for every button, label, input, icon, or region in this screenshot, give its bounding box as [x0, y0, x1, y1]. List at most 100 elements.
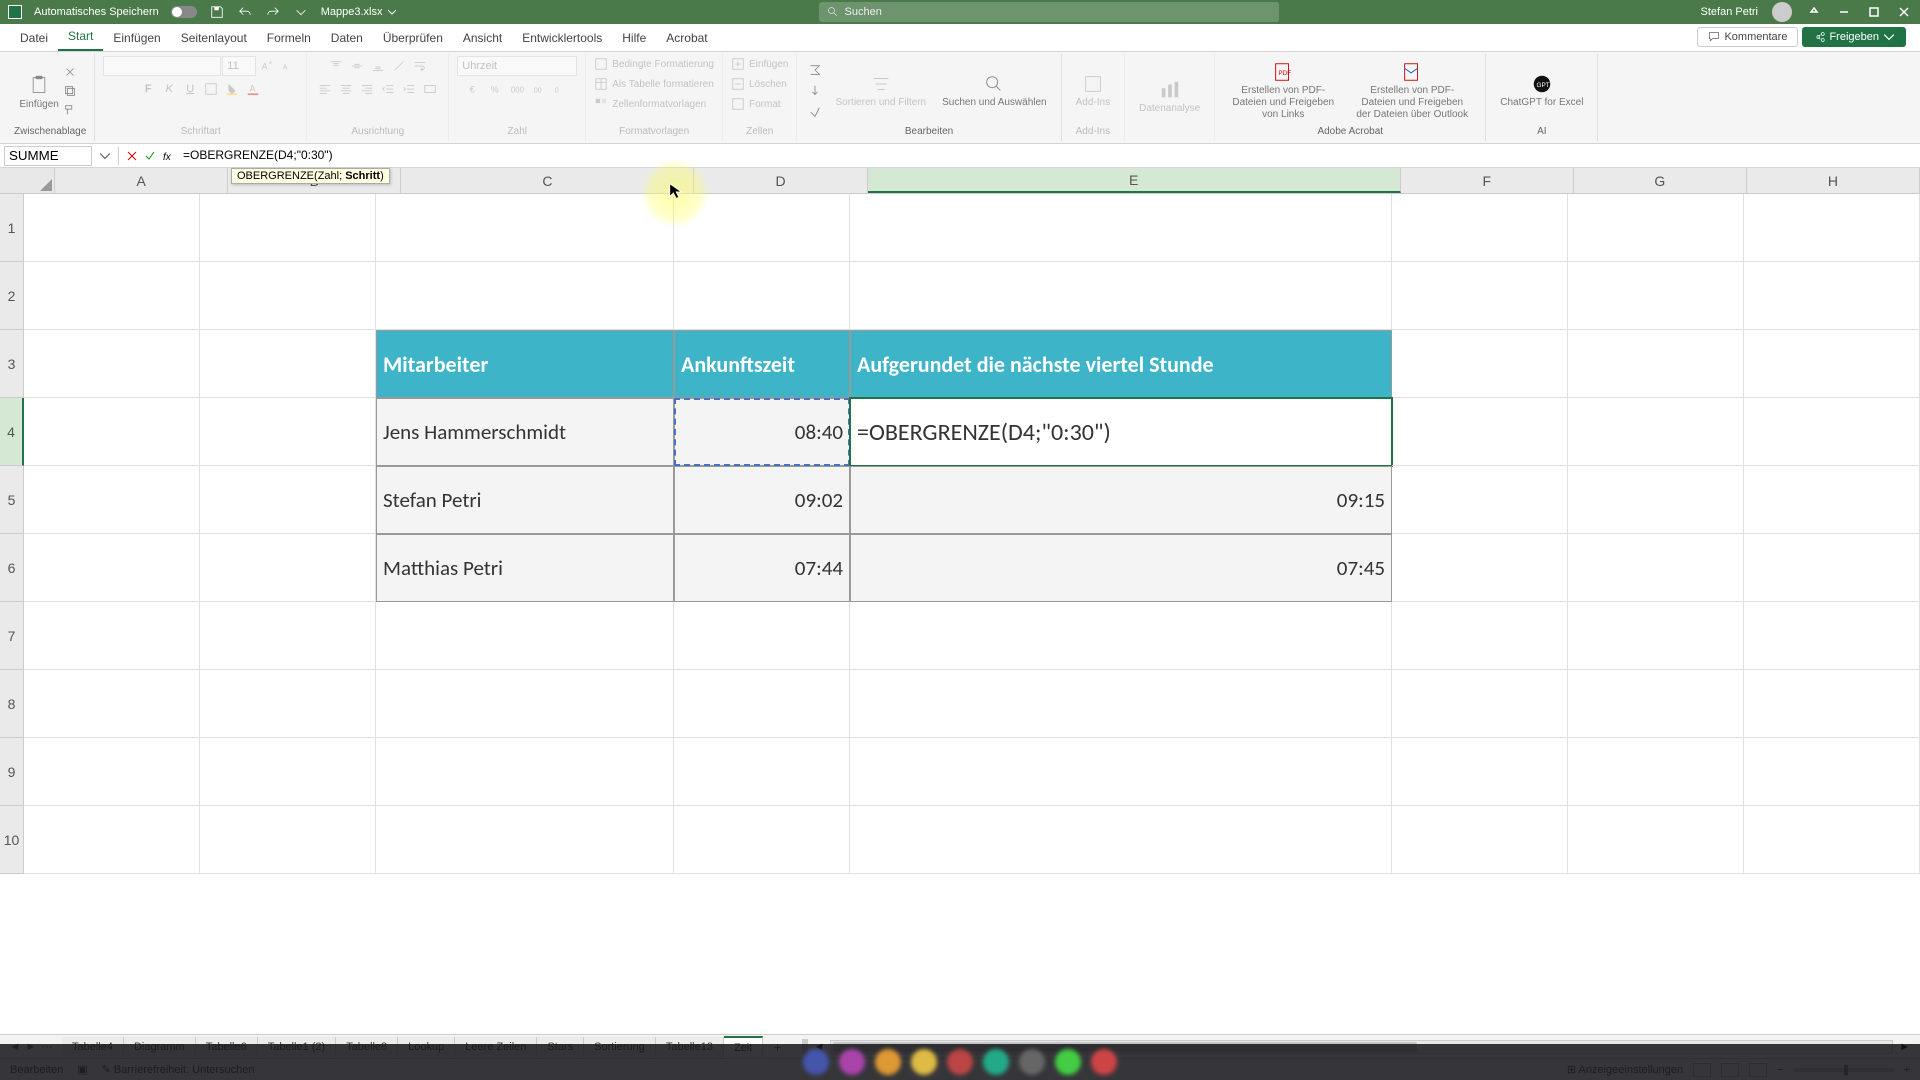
sort-filter-button[interactable]: Sortieren und Filtern: [829, 73, 932, 109]
row-header-2[interactable]: 2: [0, 262, 24, 330]
bold-button[interactable]: F: [138, 79, 158, 99]
col-header-C[interactable]: C: [401, 168, 694, 193]
cell-E7[interactable]: [850, 602, 1392, 670]
cell-C5[interactable]: Stefan Petri: [376, 466, 674, 534]
conditional-formatting-button[interactable]: Bedingte Formatierung: [594, 56, 714, 72]
cell-D9[interactable]: [674, 738, 850, 806]
taskbar-icon[interactable]: [839, 1049, 865, 1075]
confirm-edit-button[interactable]: [141, 147, 159, 165]
cell-A7[interactable]: [24, 602, 200, 670]
cell-H5[interactable]: [1744, 466, 1920, 534]
cell-H2[interactable]: [1744, 262, 1920, 330]
font-size-input[interactable]: [222, 56, 256, 76]
cell-C10[interactable]: [376, 806, 674, 874]
cell-D6[interactable]: 07:44: [674, 534, 850, 602]
increase-indent-button[interactable]: [399, 79, 419, 99]
tab-formeln[interactable]: Formeln: [257, 25, 321, 51]
row-header-8[interactable]: 8: [0, 670, 24, 738]
row-header-3[interactable]: 3: [0, 330, 24, 398]
tab-datei[interactable]: Datei: [10, 25, 58, 51]
cell-H9[interactable]: [1744, 738, 1920, 806]
cell-D8[interactable]: [674, 670, 850, 738]
cell-D7[interactable]: [674, 602, 850, 670]
decrease-decimal-button[interactable]: .0: [549, 79, 569, 99]
cell-E9[interactable]: [850, 738, 1392, 806]
wrap-text-button[interactable]: [410, 56, 430, 76]
cell-A2[interactable]: [24, 262, 200, 330]
qat-customize[interactable]: [293, 4, 309, 20]
cell-H10[interactable]: [1744, 806, 1920, 874]
taskbar-icon[interactable]: [911, 1049, 937, 1075]
search-box[interactable]: Suchen: [819, 2, 1279, 22]
orientation-button[interactable]: [389, 56, 409, 76]
workbook-name[interactable]: Mappe3.xlsx: [321, 6, 397, 18]
cell-B8[interactable]: [200, 670, 376, 738]
row-header-6[interactable]: 6: [0, 534, 24, 602]
align-center-button[interactable]: [336, 79, 356, 99]
cell-C8[interactable]: [376, 670, 674, 738]
cell-B4[interactable]: [200, 398, 376, 466]
cell-A3[interactable]: [24, 330, 200, 398]
cell-G4[interactable]: [1568, 398, 1744, 466]
row-header-9[interactable]: 9: [0, 738, 24, 806]
taskbar-icon[interactable]: [1091, 1049, 1117, 1075]
autosave-toggle[interactable]: [171, 6, 197, 18]
formula-input[interactable]: =OBERGRENZE(D4;"0:30") OBERGRENZE(Zahl; …: [177, 148, 1920, 163]
font-color-button[interactable]: A: [243, 79, 263, 99]
cell-C1[interactable]: [376, 194, 674, 262]
cell-D10[interactable]: [674, 806, 850, 874]
minimize-button[interactable]: [1836, 4, 1852, 20]
cell-G7[interactable]: [1568, 602, 1744, 670]
merge-button[interactable]: [420, 79, 440, 99]
cell-B10[interactable]: [200, 806, 376, 874]
tab-ueberpruefen[interactable]: Überprüfen: [373, 25, 453, 51]
maximize-button[interactable]: [1866, 4, 1882, 20]
cell-G2[interactable]: [1568, 262, 1744, 330]
border-button[interactable]: [201, 79, 221, 99]
cell-E5[interactable]: 09:15: [850, 466, 1392, 534]
fill-color-button[interactable]: [222, 79, 242, 99]
taskbar-icon[interactable]: [1019, 1049, 1045, 1075]
cancel-edit-button[interactable]: [123, 147, 141, 165]
cell-H8[interactable]: [1744, 670, 1920, 738]
cell-D2[interactable]: [674, 262, 850, 330]
increase-decimal-button[interactable]: .00: [528, 79, 548, 99]
cell-F6[interactable]: [1392, 534, 1568, 602]
spreadsheet-grid[interactable]: A B C D E F G H 1 2 3 4 5 6 7 8 9 10 Mit…: [0, 168, 1920, 1034]
tab-hilfe[interactable]: Hilfe: [612, 25, 656, 51]
cell-H6[interactable]: [1744, 534, 1920, 602]
cell-H7[interactable]: [1744, 602, 1920, 670]
cell-F7[interactable]: [1392, 602, 1568, 670]
cell-G8[interactable]: [1568, 670, 1744, 738]
cell-B2[interactable]: [200, 262, 376, 330]
cell-A8[interactable]: [24, 670, 200, 738]
cell-E2[interactable]: [850, 262, 1392, 330]
chatgpt-button[interactable]: GPTChatGPT for Excel: [1494, 73, 1589, 109]
cell-D4[interactable]: 08:40: [674, 398, 850, 466]
user-avatar[interactable]: [1772, 2, 1792, 22]
cell-A9[interactable]: [24, 738, 200, 806]
cut-button[interactable]: [61, 63, 79, 81]
cell-E6[interactable]: 07:45: [850, 534, 1392, 602]
row-header-4[interactable]: 4: [0, 398, 24, 466]
cell-H3[interactable]: [1744, 330, 1920, 398]
col-header-D[interactable]: D: [694, 168, 867, 193]
fill-button[interactable]: [805, 81, 825, 101]
align-bottom-button[interactable]: [368, 56, 388, 76]
insert-cells-button[interactable]: Einfügen: [731, 56, 788, 72]
pdf-share-outlook-button[interactable]: Erstellen von PDF-Dateien und Freigeben …: [1347, 61, 1477, 121]
cell-F8[interactable]: [1392, 670, 1568, 738]
cell-D5[interactable]: 09:02: [674, 466, 850, 534]
align-middle-button[interactable]: [347, 56, 367, 76]
row-header-5[interactable]: 5: [0, 466, 24, 534]
number-format-select[interactable]: [457, 56, 577, 76]
taskbar-icon[interactable]: [1055, 1049, 1081, 1075]
cell-F4[interactable]: [1392, 398, 1568, 466]
cell-F10[interactable]: [1392, 806, 1568, 874]
autosum-button[interactable]: [805, 60, 825, 80]
cell-G1[interactable]: [1568, 194, 1744, 262]
delete-cells-button[interactable]: Löschen: [731, 76, 787, 92]
row-header-7[interactable]: 7: [0, 602, 24, 670]
taskbar-icon[interactable]: [983, 1049, 1009, 1075]
row-header-10[interactable]: 10: [0, 806, 24, 874]
